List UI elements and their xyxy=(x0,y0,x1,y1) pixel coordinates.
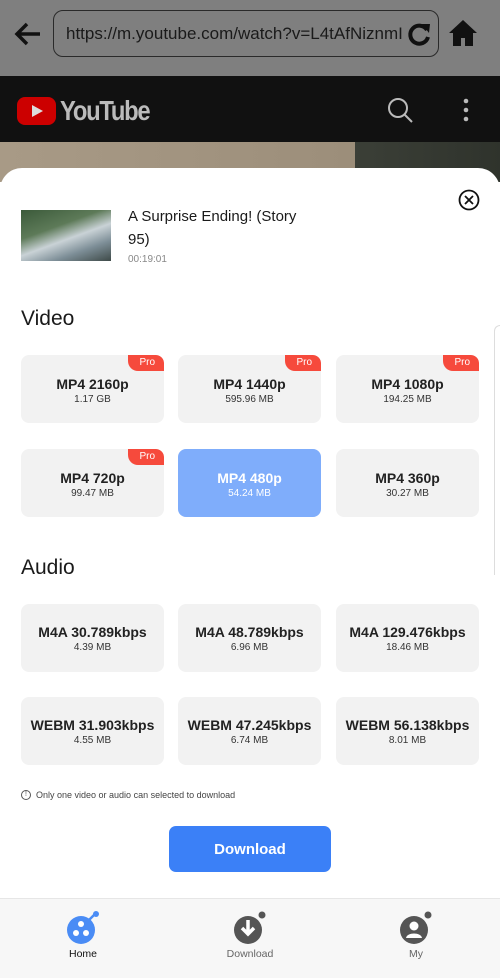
format-size: 6.74 MB xyxy=(230,735,269,746)
nav-label: Home xyxy=(68,948,97,960)
user-icon xyxy=(400,911,432,944)
format-size: 595.96 MB xyxy=(225,394,274,405)
scrollbar[interactable] xyxy=(494,325,500,575)
format-name: MP4 360p xyxy=(375,470,440,486)
format-name: MP4 1080p xyxy=(371,376,444,392)
nav-my[interactable]: My xyxy=(376,911,456,960)
video-format-option[interactable]: MP4 480p 54.24 MB xyxy=(178,449,321,517)
audio-format-option[interactable]: WEBM 31.903kbps 4.55 MB xyxy=(21,697,164,765)
download-icon xyxy=(234,911,266,944)
back-arrow-icon[interactable] xyxy=(12,18,44,50)
pro-badge: Pro xyxy=(128,449,164,465)
video-section-heading: Video xyxy=(21,307,75,330)
format-name: MP4 480p xyxy=(217,470,282,486)
format-size: 6.96 MB xyxy=(230,642,269,653)
nav-label: My xyxy=(409,948,423,960)
audio-format-option[interactable]: M4A 30.789kbps 4.39 MB xyxy=(21,604,164,672)
format-size: 54.24 MB xyxy=(228,488,271,499)
home-icon[interactable] xyxy=(448,18,478,48)
format-size: 4.39 MB xyxy=(73,642,112,653)
format-size: 18.46 MB xyxy=(386,642,429,653)
audio-format-option[interactable]: WEBM 47.245kbps 6.74 MB xyxy=(178,697,321,765)
format-name: MP4 2160p xyxy=(56,376,129,392)
video-format-option[interactable]: Pro MP4 1080p 194.25 MB xyxy=(336,355,479,423)
download-button[interactable]: Download xyxy=(169,826,331,872)
format-name: M4A 48.789kbps xyxy=(195,624,304,640)
nav-label: Download xyxy=(226,948,274,960)
audio-section-heading: Audio xyxy=(21,556,75,579)
more-vert-icon[interactable] xyxy=(462,98,470,122)
audio-format-option[interactable]: M4A 48.789kbps 6.96 MB xyxy=(178,604,321,672)
video-format-option[interactable]: Pro MP4 1440p 595.96 MB xyxy=(178,355,321,423)
youtube-wordmark: YouTube xyxy=(60,95,151,126)
video-thumbnail xyxy=(21,210,111,261)
home-reel-icon xyxy=(67,911,99,944)
nav-home[interactable]: Home xyxy=(43,911,123,960)
pro-badge: Pro xyxy=(443,355,479,371)
close-icon[interactable] xyxy=(458,189,480,211)
format-size: 99.47 MB xyxy=(71,488,114,499)
youtube-logo[interactable]: YouTube xyxy=(17,95,165,127)
format-name: WEBM 31.903kbps xyxy=(30,717,155,733)
nav-download[interactable]: Download xyxy=(210,911,290,960)
youtube-play-icon xyxy=(17,97,56,125)
reload-icon[interactable] xyxy=(406,21,432,47)
video-format-option[interactable]: Pro MP4 720p 99.47 MB xyxy=(21,449,164,517)
format-name: M4A 129.476kbps xyxy=(349,624,466,640)
format-name: M4A 30.789kbps xyxy=(38,624,147,640)
bottom-nav: Home Download My xyxy=(0,898,500,978)
note-text: Only one video or audio can selected to … xyxy=(36,790,236,800)
video-format-option[interactable]: MP4 360p 30.27 MB xyxy=(336,449,479,517)
video-format-option[interactable]: Pro MP4 2160p 1.17 GB xyxy=(21,355,164,423)
video-duration: 00:19:01 xyxy=(128,254,167,265)
format-size: 30.27 MB xyxy=(386,488,429,499)
pro-badge: Pro xyxy=(285,355,321,371)
pro-badge: Pro xyxy=(128,355,164,371)
format-name: WEBM 47.245kbps xyxy=(187,717,312,733)
format-size: 194.25 MB xyxy=(383,394,432,405)
selection-note: ! Only one video or audio can selected to… xyxy=(21,790,235,800)
format-size: 8.01 MB xyxy=(388,735,427,746)
format-size: 1.17 GB xyxy=(74,394,111,405)
video-title: A Surprise Ending! (Story 95) xyxy=(128,208,297,248)
format-name: MP4 720p xyxy=(60,470,125,486)
audio-format-option[interactable]: M4A 129.476kbps 18.46 MB xyxy=(336,604,479,672)
format-name: WEBM 56.138kbps xyxy=(345,717,470,733)
url-bar[interactable]: https://m.youtube.com/watch?v=L4tAfNiznm… xyxy=(53,10,439,57)
download-sheet xyxy=(0,168,500,898)
format-size: 4.55 MB xyxy=(73,735,112,746)
format-name: MP4 1440p xyxy=(213,376,286,392)
search-icon[interactable] xyxy=(386,96,414,124)
info-icon: ! xyxy=(21,790,31,800)
audio-format-option[interactable]: WEBM 56.138kbps 8.01 MB xyxy=(336,697,479,765)
